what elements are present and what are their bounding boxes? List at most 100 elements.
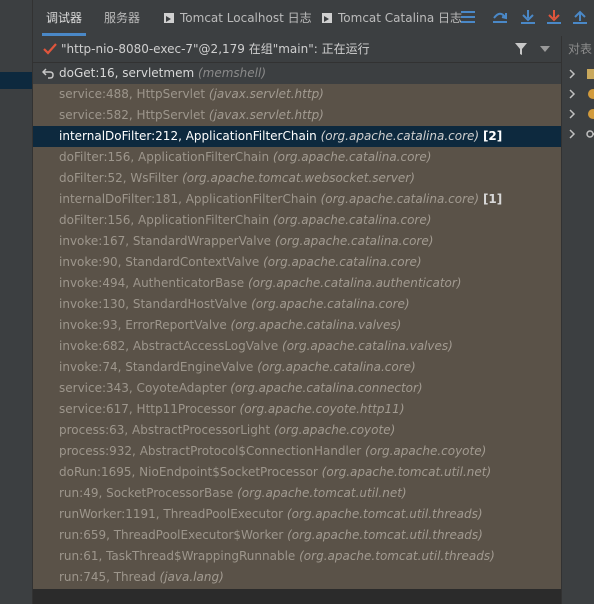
frame-package: (javax.servlet.http) (208, 87, 324, 101)
frame-method: invoke:494, AuthenticatorBase (59, 276, 245, 290)
frame-package: (org.apache.catalina.core) (320, 192, 480, 206)
frame-method: invoke:682, AbstractAccessLogValve (59, 339, 279, 353)
variable-row[interactable] (568, 86, 594, 104)
force-step-into-icon[interactable] (545, 8, 563, 26)
thread-selector[interactable]: "http-nio-8080-exec-7"@2,179 在组"main": 正… (33, 36, 561, 63)
frame-package: (org.apache.catalina.authenticator) (248, 276, 462, 290)
frame-package: (org.apache.catalina.core) (272, 150, 432, 164)
stack-frame-row[interactable]: runWorker:1191, ThreadPoolExecutor (org.… (33, 504, 561, 525)
frame-method: run:49, SocketProcessorBase (59, 486, 234, 500)
checkmark-icon (43, 43, 57, 55)
frame-tag: [1] (482, 192, 503, 206)
variable-row[interactable] (568, 106, 594, 124)
frame-package: (org.apache.catalina.valves) (282, 339, 453, 353)
stack-frame-row[interactable]: invoke:74, StandardEngineValve (org.apac… (33, 357, 561, 378)
stack-frame-row[interactable]: invoke:130, StandardHostValve (org.apach… (33, 294, 561, 315)
frame-method: doFilter:52, WsFilter (59, 171, 179, 185)
frame-method: runWorker:1191, ThreadPoolExecutor (59, 507, 284, 521)
variables-panel: 对表 (561, 36, 594, 604)
expand-icon (569, 109, 594, 119)
debug-toolbar: 调试器 服务器 Tomcat Localhost 日志 Tomcat Catal… (33, 0, 594, 37)
frame-package: (org.apache.catalina.core) (263, 255, 422, 269)
tab-tomcat-catalina-log[interactable]: Tomcat Catalina 日志 (322, 0, 462, 36)
stack-frame-row[interactable]: process:63, AbstractProcessorLight (org.… (33, 420, 561, 441)
frame-package: (org.apache.catalina.core) (320, 129, 480, 143)
stack-frame-row[interactable]: invoke:494, AuthenticatorBase (org.apach… (33, 273, 561, 294)
frame-package: (org.apache.catalina.core) (251, 297, 410, 311)
frame-method: internalDoFilter:212, ApplicationFilterC… (59, 129, 317, 143)
frame-package: (org.apache.catalina.valves) (230, 318, 402, 332)
frame-method: invoke:90, StandardContextValve (59, 255, 260, 269)
step-over-icon[interactable] (491, 8, 509, 26)
frame-package: (org.apache.tomcat.util.net) (321, 465, 492, 479)
frame-method: doFilter:156, ApplicationFilterChain (59, 213, 270, 227)
stack-frame-row[interactable]: doFilter:52, WsFilter (org.apache.tomcat… (33, 168, 561, 189)
frame-package: (org.apache.catalina.core) (272, 213, 432, 227)
stack-frame-row[interactable]: internalDoFilter:181, ApplicationFilterC… (33, 189, 561, 210)
return-arrow-icon (42, 68, 54, 79)
chevron-down-icon[interactable] (540, 45, 550, 53)
stack-frame-row[interactable]: doFilter:156, ApplicationFilterChain (or… (33, 210, 561, 231)
frame-method: process:63, AbstractProcessorLight (59, 423, 271, 437)
expand-icon (569, 89, 594, 99)
stack-frame-row[interactable]: doGet:16, servletmem (memshell) (33, 63, 561, 84)
frame-package: (org.apache.coyote) (274, 423, 396, 437)
frame-method: doRun:1695, NioEndpoint$SocketProcessor (59, 465, 318, 479)
tomcat-icon (164, 13, 174, 23)
frame-package: (javax.servlet.http) (208, 108, 324, 122)
menu-icon[interactable] (459, 8, 477, 26)
frame-package: (org.apache.coyote) (365, 444, 487, 458)
frame-method: service:488, HttpServlet (59, 87, 206, 101)
frame-package: (org.apache.tomcat.websocket.server) (182, 171, 415, 185)
frame-package: (org.apache.tomcat.util.threads) (286, 507, 483, 521)
frame-method: invoke:130, StandardHostValve (59, 297, 248, 311)
frame-package: (java.lang) (159, 570, 224, 584)
frame-method: service:617, Http11Processor (59, 402, 236, 416)
stack-frame-row[interactable]: doRun:1695, NioEndpoint$SocketProcessor … (33, 462, 561, 483)
variable-row[interactable] (568, 66, 594, 84)
stack-frame-row[interactable]: invoke:93, ErrorReportValve (org.apache.… (33, 315, 561, 336)
tab-server[interactable]: 服务器 (104, 0, 140, 36)
stack-frame-row[interactable]: process:932, AbstractProtocol$Connection… (33, 441, 561, 462)
stack-frame-row[interactable]: run:745, Thread (java.lang) (33, 567, 561, 588)
frame-method: service:582, HttpServlet (59, 108, 206, 122)
stack-frame-row[interactable]: internalDoFilter:212, ApplicationFilterC… (33, 126, 561, 147)
stack-frame-row[interactable]: doFilter:156, ApplicationFilterChain (or… (33, 147, 561, 168)
step-into-icon[interactable] (519, 8, 537, 26)
frame-package: (org.apache.tomcat.util.threads) (299, 549, 495, 563)
tab-label: 服务器 (104, 11, 141, 25)
stack-frames-list: doGet:16, servletmem (memshell) service:4… (33, 63, 561, 589)
stack-frame-row[interactable]: invoke:682, AbstractAccessLogValve (org.… (33, 336, 561, 357)
expand-icon (569, 69, 594, 79)
frame-package: (org.apache.catalina.core) (257, 360, 416, 374)
gutter-selection (0, 72, 32, 89)
tab-tomcat-localhost-log[interactable]: Tomcat Localhost 日志 (164, 0, 312, 36)
stack-frame-row[interactable]: run:659, ThreadPoolExecutor$Worker (org.… (33, 525, 561, 546)
stack-frame-row[interactable]: service:488, HttpServlet (javax.servlet.… (33, 84, 561, 105)
frame-package: (org.apache.tomcat.util.threads) (287, 528, 483, 542)
step-out-icon[interactable] (571, 8, 589, 26)
expand-icon (569, 129, 594, 139)
frame-tag: [2] (482, 129, 503, 143)
frame-method: run:659, ThreadPoolExecutor$Worker (59, 528, 284, 542)
stack-frame-row[interactable]: run:49, SocketProcessorBase (org.apache.… (33, 483, 561, 504)
frame-method: service:343, CoyoteAdapter (59, 381, 227, 395)
stack-frame-row[interactable]: invoke:90, StandardContextValve (org.apa… (33, 252, 561, 273)
variable-row[interactable] (568, 126, 594, 144)
frame-package: (memshell) (197, 66, 267, 80)
frame-method: doFilter:156, ApplicationFilterChain (59, 150, 270, 164)
bottom-area (33, 589, 561, 604)
stack-frame-row[interactable]: service:617, Http11Processor (org.apache… (33, 399, 561, 420)
stack-frame-row[interactable]: run:61, TaskThread$WrappingRunnable (org… (33, 546, 561, 567)
tomcat-icon (322, 13, 332, 23)
frame-package: (org.apache.coyote.http11) (239, 402, 405, 416)
variables-header: 对表 (568, 42, 593, 56)
tab-debugger[interactable]: 调试器 (41, 0, 87, 36)
tab-label: Tomcat Localhost 日志 (180, 11, 312, 25)
filter-icon[interactable] (514, 42, 528, 56)
stack-frame-row[interactable]: invoke:167, StandardWrapperValve (org.ap… (33, 231, 561, 252)
stack-frame-row[interactable]: service:343, CoyoteAdapter (org.apache.c… (33, 378, 561, 399)
frame-method: invoke:167, StandardWrapperValve (59, 234, 272, 248)
left-gutter (0, 0, 33, 604)
stack-frame-row[interactable]: service:582, HttpServlet (javax.servlet.… (33, 105, 561, 126)
